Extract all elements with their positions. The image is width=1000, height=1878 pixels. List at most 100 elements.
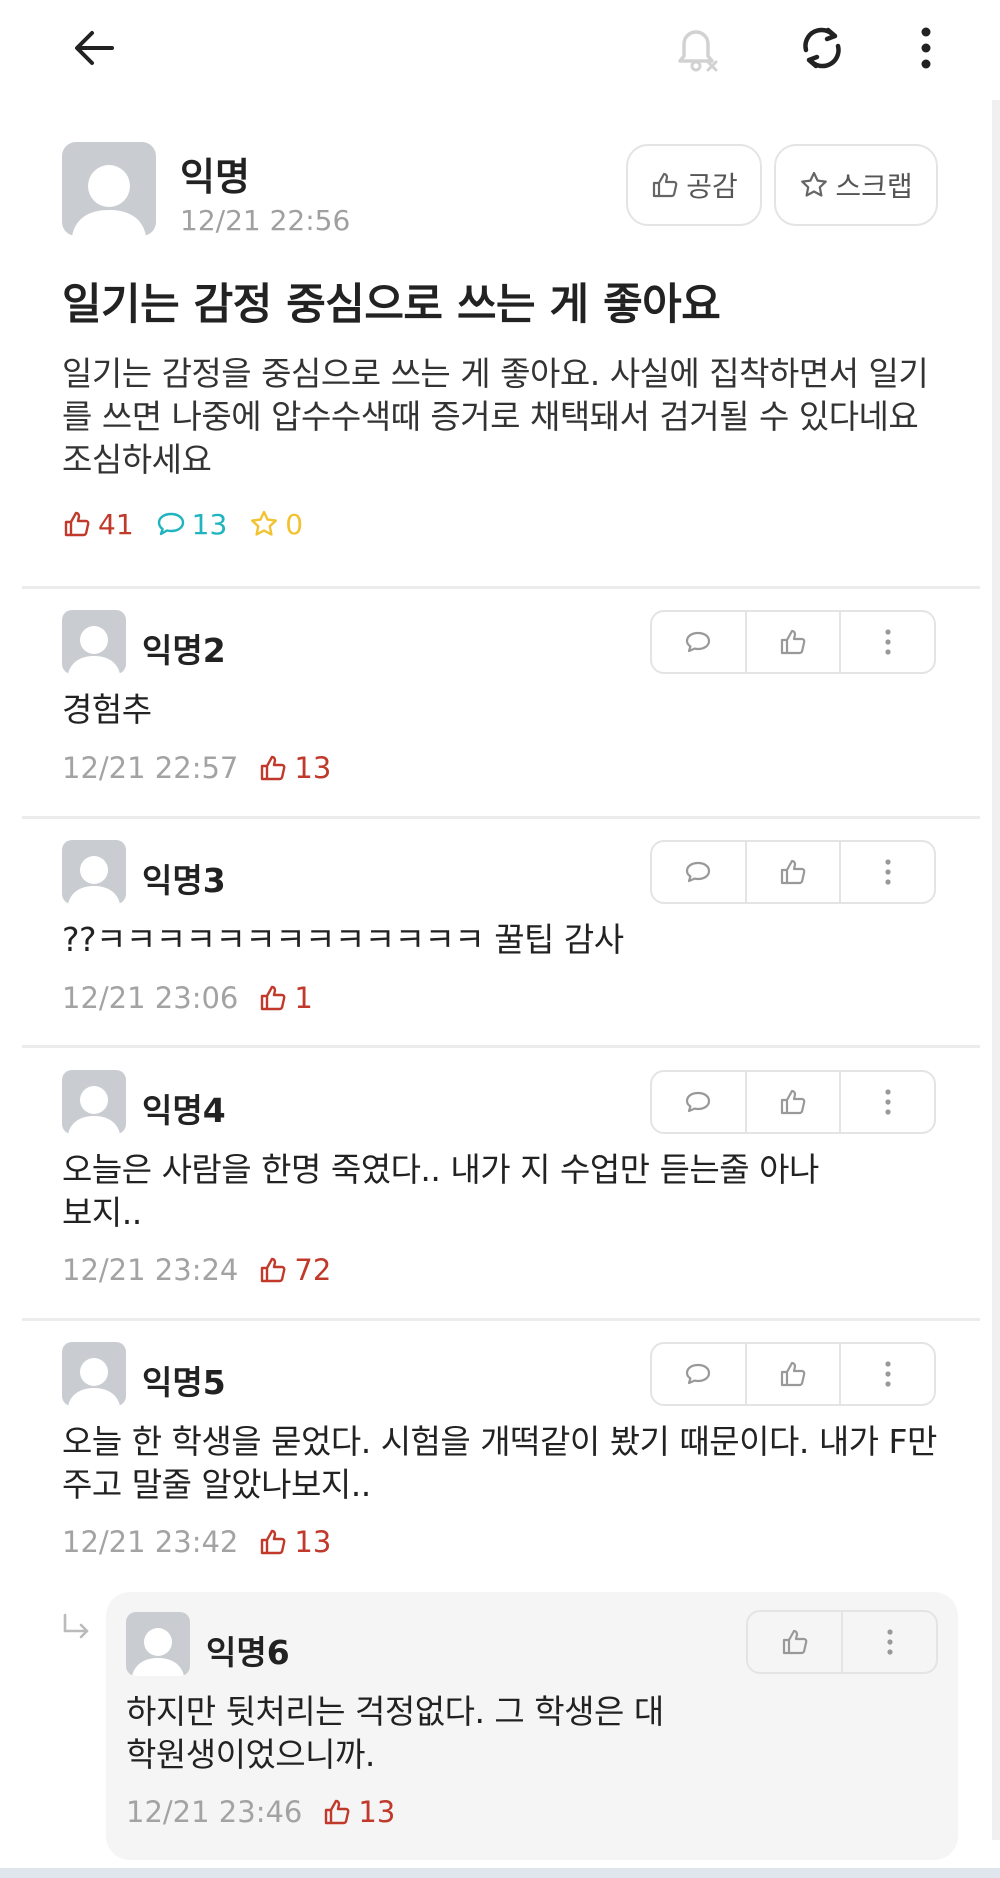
back-button[interactable] — [62, 16, 126, 80]
thumbs-up-icon — [780, 1361, 806, 1387]
avatar — [62, 1070, 126, 1134]
comment-like-count: 1 — [258, 981, 313, 1015]
reply-button[interactable] — [652, 1344, 747, 1404]
post-title: 일기는 감정 중심으로 쓰는 게 좋아요 — [62, 280, 721, 330]
comment-text: 오늘 한 학생을 묻었다. 시험을 개떡같이 봤기 때문이다. 내가 F만 주고… — [62, 1422, 937, 1504]
default-avatar-icon — [68, 1086, 120, 1134]
thumbs-up-icon — [261, 755, 286, 781]
refresh-icon — [803, 27, 841, 69]
comment-like-button[interactable] — [747, 1344, 842, 1404]
comment-text: 경험추 — [62, 690, 152, 729]
default-avatar-icon — [132, 1628, 184, 1676]
empathy-label: 공감 — [686, 170, 738, 203]
bottom-edge — [0, 1868, 1000, 1878]
reply-text: 하지만 뒷처리는 걱정없다. 그 학생은 대학원생이었으니까. — [126, 1692, 664, 1774]
comment-bubble-icon — [686, 631, 711, 653]
scrollbar[interactable] — [992, 100, 1000, 1840]
comment-like-count: 13 — [258, 1525, 331, 1559]
reply-like-button[interactable] — [748, 1612, 843, 1672]
more-vertical-icon — [885, 1361, 891, 1387]
comment-bubble-icon — [686, 1091, 711, 1113]
thumbs-up-icon — [261, 1529, 286, 1555]
reply-button[interactable] — [652, 1072, 747, 1132]
comment-bubble-icon — [686, 861, 711, 883]
avatar — [62, 610, 126, 674]
default-avatar-icon — [68, 856, 120, 904]
comment-actions — [650, 1342, 936, 1406]
comment-like-button[interactable] — [747, 1072, 842, 1132]
post-stats: 41 13 0 — [62, 506, 325, 542]
comment-count: 13 — [191, 507, 228, 541]
star-icon — [801, 171, 828, 197]
like-count: 1 — [294, 981, 313, 1015]
comment-more-button[interactable] — [841, 1344, 934, 1404]
comment-timestamp: 12/21 22:57 — [62, 751, 239, 785]
more-vertical-icon — [885, 629, 891, 655]
reply-button[interactable] — [652, 612, 747, 672]
like-count: 41 — [98, 507, 134, 541]
divider — [22, 1045, 980, 1048]
like-count: 13 — [358, 1795, 396, 1829]
like-count: 13 — [294, 751, 332, 785]
scrap-button[interactable]: 스크랩 — [774, 144, 938, 226]
avatar — [126, 1612, 190, 1676]
refresh-button[interactable] — [790, 16, 854, 80]
comment-bubble-icon — [686, 1363, 711, 1385]
post-timestamp: 12/21 22:56 — [180, 204, 351, 237]
comment-more-button[interactable] — [841, 842, 934, 902]
more-vertical-icon — [886, 1629, 893, 1655]
reply-item: 익명6 하지만 뒷처리는 걱정없다. 그 학생은 대학원생이었으니까. 12/2… — [106, 1592, 958, 1860]
comment-text: ??ㅋㅋㅋㅋㅋㅋㅋㅋㅋㅋㅋㅋㅋ 꿀팁 감사 — [62, 920, 624, 959]
comment-author: 익명2 — [142, 631, 226, 670]
reply-meta: 12/21 23:46 13 — [126, 1794, 395, 1830]
empathy-button[interactable]: 공감 — [626, 144, 762, 226]
notification-off-icon — [678, 30, 718, 72]
comment-actions — [650, 840, 936, 904]
divider — [22, 816, 980, 819]
comment-meta: 12/21 23:42 13 — [62, 1524, 331, 1560]
post-author: 익명 — [180, 155, 250, 199]
divider — [22, 1318, 980, 1321]
scrap-label: 스크랩 — [835, 170, 913, 203]
reply-button[interactable] — [652, 842, 747, 902]
default-avatar-icon — [68, 626, 120, 674]
star-icon — [251, 510, 278, 536]
comment-more-button[interactable] — [841, 1072, 934, 1132]
comment-actions — [650, 610, 936, 674]
comment-like-button[interactable] — [747, 612, 842, 672]
comment-meta: 12/21 23:06 1 — [62, 980, 313, 1016]
thumbs-up-icon — [780, 859, 806, 885]
thumbs-up-icon — [325, 1799, 350, 1825]
default-avatar-icon — [72, 165, 146, 236]
reply-actions — [746, 1610, 938, 1674]
like-count-stat: 41 — [62, 508, 134, 541]
post-body: 일기는 감정을 중심으로 쓰는 게 좋아요. 사실에 집착하면서 일기를 쓰면 … — [62, 354, 929, 479]
avatar — [62, 1342, 126, 1406]
thumbs-up-icon — [780, 1089, 806, 1115]
avatar — [62, 840, 126, 904]
reply-arrow-icon — [60, 1612, 94, 1650]
comment-timestamp: 12/21 23:42 — [62, 1525, 239, 1559]
thumbs-up-icon — [782, 1629, 807, 1655]
comment-bubble-icon — [157, 512, 184, 536]
scrap-count-stat: 0 — [249, 508, 303, 541]
default-avatar-icon — [68, 1358, 120, 1406]
post-header: 익명 12/21 22:56 공감 스크랩 — [62, 142, 942, 242]
comment-count-stat: 13 — [156, 507, 228, 541]
reply-author: 익명6 — [206, 1633, 290, 1672]
reply-more-button[interactable] — [843, 1612, 936, 1672]
like-count: 13 — [294, 1525, 332, 1559]
comment-actions — [650, 1070, 936, 1134]
notification-toggle-button[interactable] — [664, 16, 728, 80]
scrap-count: 0 — [285, 507, 304, 541]
thumbs-up-icon — [780, 629, 806, 655]
reply-like-count: 13 — [322, 1795, 395, 1829]
comment-author: 익명5 — [142, 1363, 226, 1402]
more-options-button[interactable] — [894, 16, 958, 80]
thumbs-up-icon — [653, 172, 678, 198]
avatar — [62, 142, 156, 236]
comment-timestamp: 12/21 23:24 — [62, 1253, 239, 1287]
comment-like-button[interactable] — [747, 842, 842, 902]
comment-more-button[interactable] — [841, 612, 934, 672]
thumbs-up-icon — [64, 511, 90, 537]
